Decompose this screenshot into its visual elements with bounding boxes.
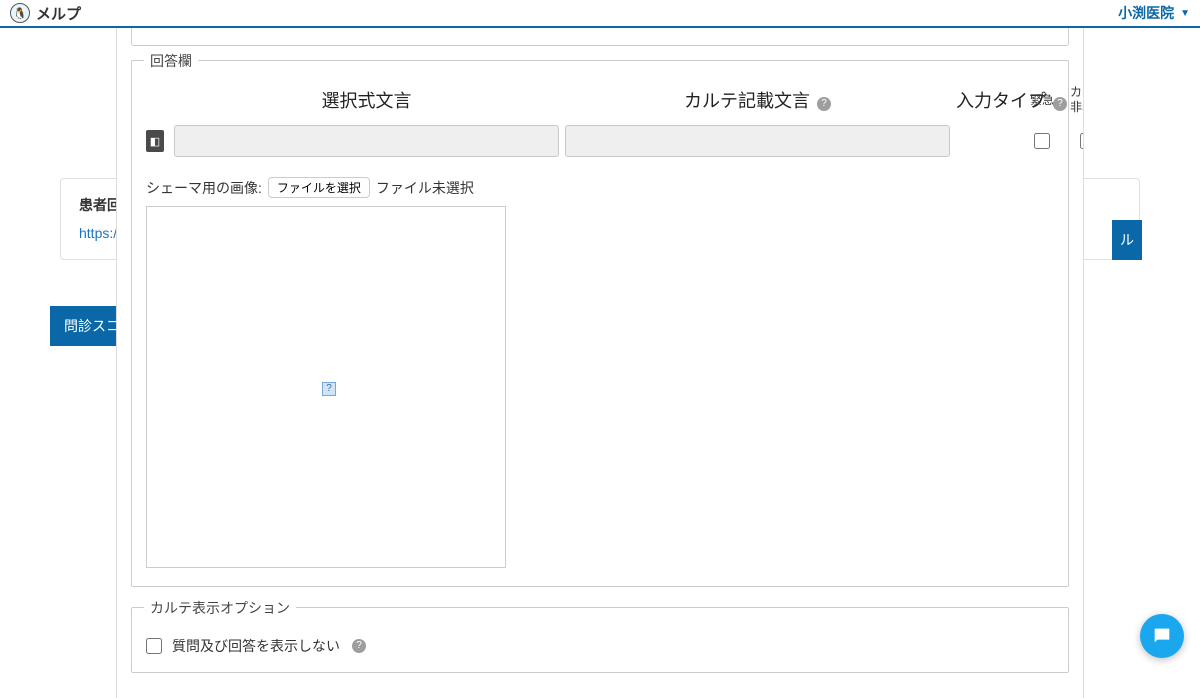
answer-row — [146, 125, 1054, 157]
brand-logo-icon: 🐧 — [10, 3, 30, 23]
file-select-button[interactable]: ファイルを選択 — [268, 177, 370, 198]
patient-url-link[interactable]: https:// — [79, 225, 121, 241]
clinic-name: 小渕医院 — [1118, 3, 1174, 23]
schema-row: シェーマ用の画像: ファイルを選択 ファイル未選択 — [146, 177, 1054, 198]
right-partial-button[interactable]: ル — [1112, 220, 1142, 260]
broken-image-icon: ? — [322, 382, 336, 396]
brand-name: メルプ — [36, 3, 81, 24]
schema-label: シェーマ用の画像: — [146, 178, 262, 198]
col-hide-header: カルテ非表示 — [1068, 85, 1084, 115]
col-input-type-header: 入力タイプ ? — [956, 87, 1016, 113]
help-icon[interactable]: ? — [352, 639, 366, 653]
schema-canvas[interactable]: ? — [146, 206, 506, 568]
editor-modal: 回答欄 選択式文言 カルテ記載文言 ? 入力タイプ ? 緊急 カルテ非表示 — [116, 28, 1084, 698]
display-options-legend: カルテ表示オプション — [144, 598, 296, 618]
column-headers: 選択式文言 カルテ記載文言 ? 入力タイプ ? 緊急 カルテ非表示 — [146, 85, 1054, 115]
brand: 🐧 メルプ — [10, 3, 81, 24]
drag-handle-icon[interactable] — [146, 130, 164, 152]
answer-fieldset: 回答欄 選択式文言 カルテ記載文言 ? 入力タイプ ? 緊急 カルテ非表示 — [131, 60, 1069, 587]
col-choice-header: 選択式文言 — [174, 87, 559, 113]
col-urgent-header: 緊急 — [1022, 93, 1062, 108]
file-status: ファイル未選択 — [376, 178, 474, 198]
urgent-checkbox[interactable] — [1034, 133, 1050, 149]
option-row: 質問及び回答を表示しない ? — [146, 636, 1054, 656]
clinic-menu[interactable]: 小渕医院 ▼ — [1118, 3, 1190, 23]
answer-legend: 回答欄 — [144, 51, 198, 71]
chevron-down-icon: ▼ — [1180, 8, 1190, 19]
upper-box — [131, 28, 1069, 46]
chat-icon — [1151, 625, 1173, 647]
page-body: 患者回答 https:// 問診スコア ル 回答欄 選択式文言 カルテ記載文言 … — [0, 28, 1200, 670]
hide-qa-label: 質問及び回答を表示しない — [172, 636, 340, 656]
choice-text-input[interactable] — [174, 125, 559, 157]
chat-widget-button[interactable] — [1140, 614, 1184, 658]
hide-checkbox[interactable] — [1080, 133, 1084, 149]
col-record-header: カルテ記載文言 ? — [565, 87, 950, 113]
record-text-input[interactable] — [565, 125, 950, 157]
display-options-fieldset: カルテ表示オプション 質問及び回答を表示しない ? — [131, 607, 1069, 673]
help-icon[interactable]: ? — [817, 97, 831, 111]
hide-qa-checkbox[interactable] — [146, 638, 162, 654]
topbar: 🐧 メルプ 小渕医院 ▼ — [0, 0, 1200, 28]
